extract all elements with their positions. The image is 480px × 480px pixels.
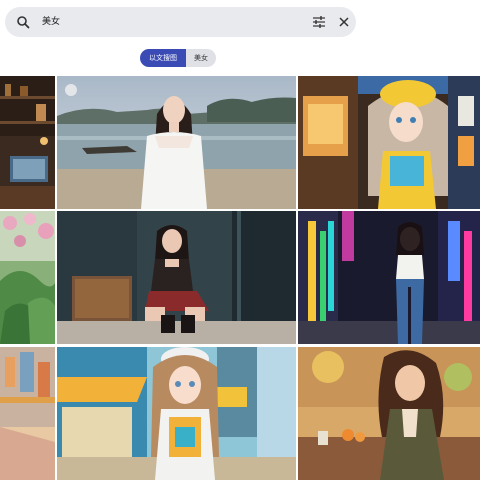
image-anime-girl-yellow-hat-street[interactable] [298,76,480,209]
image-room-shelf[interactable] [0,76,55,209]
search-icon [17,16,30,29]
close-icon[interactable] [338,16,350,28]
chip-query[interactable]: 美女 [186,49,216,67]
image-grid [0,76,480,480]
image-pink-flowers-plants[interactable] [0,211,55,344]
image-girl-curly-hair-cafe[interactable] [298,347,480,480]
image-girl-neon-alley[interactable] [298,211,480,344]
chip-text-to-image[interactable]: 以文搜图 [140,49,186,67]
search-input[interactable]: 美女 [42,15,60,29]
image-sunny-street-edge[interactable] [0,347,55,480]
image-girl-crouching-doorway[interactable] [57,211,296,344]
tune-icon[interactable] [312,16,326,28]
image-beach-girl-white-dress[interactable] [57,76,296,209]
search-bar[interactable]: 美女 [5,7,356,37]
search-chips: 以文搜图 美女 [140,49,216,67]
image-anime-girl-white-cap-cafe[interactable] [57,347,296,480]
